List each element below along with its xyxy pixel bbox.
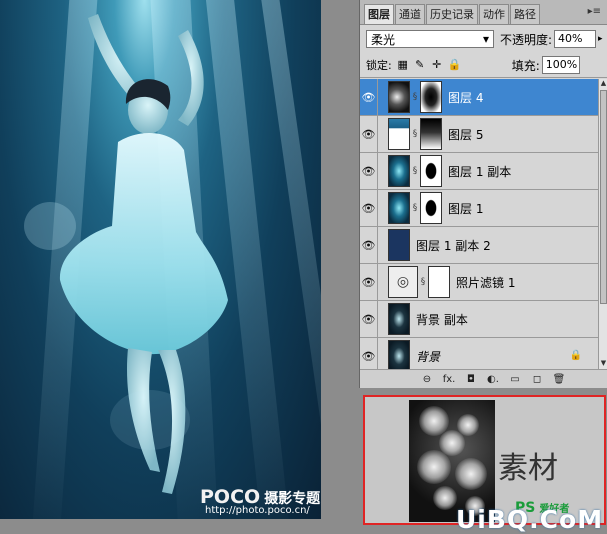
eye-icon[interactable]: 👁 [360,226,378,264]
layer-mask-thumbnail[interactable] [420,155,442,187]
blend-mode-select[interactable]: 柔光 ▾ [366,30,494,48]
lock-row: 锁定: ▦ ✎ ✛ 🔒 填充: 100% [360,53,607,78]
eye-icon[interactable]: 👁 [360,337,378,369]
layer-row[interactable]: 👁 § 图层 1 [360,189,598,227]
layer-mask-thumbnail[interactable] [428,266,450,298]
lock-pixels-icon[interactable]: ✎ [414,59,426,71]
panel-menu-icon[interactable]: ▸≡ [588,6,601,17]
panel-tabbar: 图层 通道 历史记录 动作 路径 ▸≡ [360,0,607,25]
fill-label: 填充: [511,58,540,73]
photo-filter-adjustment-icon: ◎ [388,266,418,298]
site-watermark: UiBQ.CoM [456,505,604,534]
opacity-slider-arrow-icon[interactable]: ▸ [598,34,603,44]
eye-icon[interactable]: 👁 [360,300,378,338]
adjustment-icon[interactable]: ◐. [482,374,504,385]
photo-canvas[interactable]: POCO 摄影专题 http://photo.poco.cn/ [0,0,321,519]
eye-icon[interactable]: 👁 [360,263,378,301]
fill-input[interactable]: 100% [541,56,580,74]
tab-channels[interactable]: 通道 [395,4,425,24]
tab-actions[interactable]: 动作 [479,4,509,24]
layer-thumbnail [388,155,410,187]
layer-name: 背景 [416,349,441,364]
layer-row[interactable]: 👁 图层 1 副本 2 [360,226,598,264]
screenshot-root: POCO 摄影专题 http://photo.poco.cn/ 图层 通道 历史记… [0,0,607,534]
layer-thumbnail [388,303,410,335]
bokeh-dot [417,450,451,484]
eye-icon[interactable]: 👁 [360,152,378,190]
lock-all-icon[interactable]: 🔒 [448,59,462,71]
group-icon[interactable]: ▭ [504,374,526,385]
eye-icon[interactable]: 👁 [360,115,378,153]
eye-icon[interactable]: 👁 [360,189,378,227]
trash-icon[interactable]: 🗑 [548,374,570,385]
layers-panel: 图层 通道 历史记录 动作 路径 ▸≡ 柔光 ▾ 不透明度: 40% ▸ 锁定:… [359,0,607,388]
chain-icon[interactable]: § [418,277,428,287]
layer-row[interactable]: 👁 § 图层 4 [360,79,598,116]
bokeh-dot [455,458,487,490]
mask-icon[interactable]: ◘ [460,374,482,385]
link-icon[interactable]: ⊖ [416,374,438,385]
layer-row[interactable]: 👁 § 图层 5 [360,115,598,153]
layers-list: 👁 § 图层 4 👁 § 图层 5 👁 § 图层 1 副本 👁 § 图层 1 👁… [360,79,598,369]
layer-name: 图层 5 [448,127,484,142]
layer-name: 背景 副本 [416,312,468,327]
layer-thumbnail [388,340,410,369]
layer-thumbnail [388,118,410,150]
fx-icon[interactable]: fx. [438,374,460,385]
layer-mask-thumbnail[interactable] [420,118,442,150]
layer-thumbnail [388,192,410,224]
layer-thumbnail [388,229,410,261]
watermark-url: http://photo.poco.cn/ [205,505,310,516]
opacity-label: 不透明度: [500,32,553,47]
scroll-down-icon[interactable]: ▼ [599,359,607,369]
lock-icon: 🔒 [569,350,582,361]
layer-name: 图层 1 副本 2 [416,238,491,253]
layer-mask-thumbnail[interactable] [420,81,442,113]
layers-bottom-toolbar: ⊖ fx. ◘ ◐. ▭ ◻ 🗑 [360,369,607,388]
woman-figure [24,14,228,494]
chain-icon[interactable]: § [410,166,420,176]
tab-layers[interactable]: 图层 [364,4,394,24]
chevron-down-icon: ▾ [482,32,489,46]
chain-icon[interactable]: § [410,129,420,139]
layer-name: 图层 1 [448,201,484,216]
new-layer-icon[interactable]: ◻ [526,374,548,385]
lock-label: 锁定: [366,59,392,72]
bokeh-material-image [409,400,495,522]
layer-mask-thumbnail[interactable] [420,192,442,224]
scrollbar-thumb[interactable] [600,90,607,304]
layer-thumbnail [388,81,410,113]
chain-icon[interactable]: § [410,203,420,213]
eye-icon[interactable]: 👁 [360,79,378,116]
layer-row[interactable]: 👁 背景 🔒 [360,337,598,369]
tab-paths[interactable]: 路径 [510,4,540,24]
layer-name: 图层 1 副本 [448,164,512,179]
layer-name: 图层 4 [448,90,484,105]
layer-name: 照片滤镜 1 [456,275,516,290]
lock-transparency-icon[interactable]: ▦ [397,59,409,71]
layer-row[interactable]: 👁 § 图层 1 副本 [360,152,598,190]
blend-mode-value: 柔光 [371,32,396,47]
lock-position-icon[interactable]: ✛ [431,59,443,71]
layer-row[interactable]: 👁 ◎ § 照片滤镜 1 [360,263,598,301]
chain-icon[interactable]: § [410,92,420,102]
bokeh-dot [433,486,457,510]
scroll-up-icon[interactable]: ▲ [599,79,607,89]
tab-history[interactable]: 历史记录 [426,4,478,24]
opacity-input[interactable]: 40% [554,30,597,48]
layers-scrollbar[interactable]: ▲ ▼ [598,79,607,369]
blend-row: 柔光 ▾ 不透明度: 40% ▸ [360,25,607,53]
layer-row[interactable]: 👁 背景 副本 [360,300,598,338]
material-title: 素材 [498,451,558,486]
